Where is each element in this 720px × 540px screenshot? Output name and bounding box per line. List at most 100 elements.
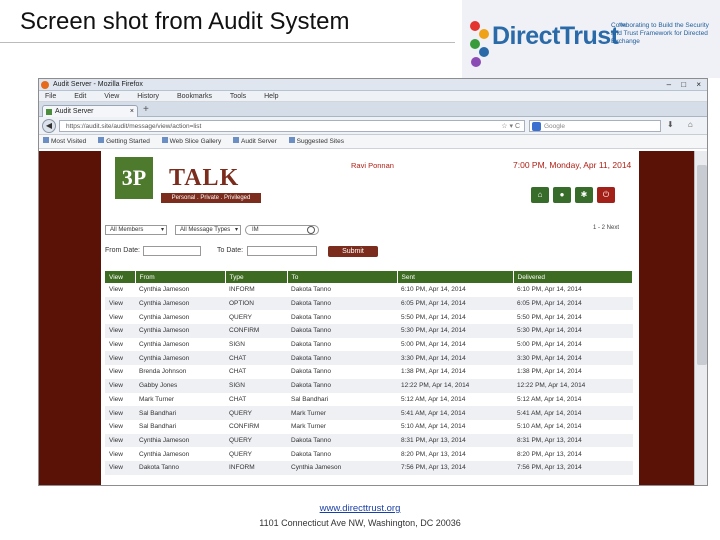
cell-type: OPTION xyxy=(225,296,287,311)
bookmark-item[interactable]: Web Slice Gallery xyxy=(161,135,221,149)
menu-bookmarks[interactable]: Bookmarks xyxy=(177,93,212,100)
user-name: Ravi Ponnan xyxy=(351,161,394,170)
search-value: IM xyxy=(252,227,259,233)
cell-delivered: 5:50 PM, Apr 14, 2014 xyxy=(513,310,633,325)
cell-from: Cynthia Jameson xyxy=(135,351,225,366)
chevron-down-icon: ▾ xyxy=(160,227,164,233)
cell-delivered: 5:00 PM, Apr 14, 2014 xyxy=(513,337,633,352)
table-row: View Cynthia Jameson QUERY Dakota Tanno 5:50… xyxy=(105,310,633,325)
table-row: View Cynthia Jameson CONFIRM Dakota Tanno 5:… xyxy=(105,324,633,338)
view-link[interactable]: View xyxy=(105,392,135,407)
view-link[interactable]: View xyxy=(105,337,135,352)
gear-icon[interactable]: ✱ xyxy=(575,187,593,203)
bookmark-item[interactable]: Getting Started xyxy=(98,135,150,149)
user-icon[interactable]: ● xyxy=(553,187,571,203)
download-home-icons[interactable]: ⬇ ⌂ xyxy=(667,120,699,129)
cell-delivered: 5:12 AM, Apr 14, 2014 xyxy=(513,392,633,407)
scrollbar-thumb[interactable] xyxy=(697,165,707,365)
view-link[interactable]: View xyxy=(105,283,135,297)
members-select[interactable]: All Members ▾ xyxy=(105,225,167,235)
menu-edit[interactable]: Edit xyxy=(74,93,86,100)
home-icon[interactable]: ⌂ xyxy=(531,187,549,203)
browser-window: Audit Server - Mozilla Firefox – □ × Fil… xyxy=(38,78,708,486)
page-viewport: 3P TALK Personal . Private . Privileged … xyxy=(39,151,707,485)
search-engine-icon[interactable] xyxy=(532,122,541,131)
cell-delivered: 1:38 PM, Apr 14, 2014 xyxy=(513,365,633,379)
new-tab-icon[interactable]: + xyxy=(143,104,149,115)
cell-sent: 5:00 PM, Apr 14, 2014 xyxy=(397,337,513,352)
menu-file[interactable]: File xyxy=(45,93,56,100)
table-row: View Cynthia Jameson SIGN Dakota Tanno 5:00 … xyxy=(105,337,633,352)
url-bar[interactable]: https://audit.site/audit/message/view/ac… xyxy=(59,120,525,132)
to-date-label: To Date: xyxy=(217,247,244,254)
cell-from: Sal Bandhari xyxy=(135,419,225,434)
view-link[interactable]: View xyxy=(105,419,135,434)
cell-type: CHAT xyxy=(225,351,287,366)
view-link[interactable]: View xyxy=(105,433,135,448)
pagination[interactable]: 1 - 2 Next xyxy=(593,225,619,231)
search-icon[interactable] xyxy=(307,226,315,234)
window-controls[interactable]: – □ × xyxy=(667,80,705,89)
url-text: https://audit.site/audit/message/view/ac… xyxy=(66,123,202,130)
header-from[interactable]: From xyxy=(135,271,226,283)
header-sent[interactable]: Sent xyxy=(397,271,514,283)
view-link[interactable]: View xyxy=(105,460,135,475)
menu-help[interactable]: Help xyxy=(264,93,278,100)
bookmark-item[interactable]: Suggested Sites xyxy=(288,135,344,149)
cell-to: Sal Bandhari xyxy=(287,392,397,407)
cell-sent: 3:30 PM, Apr 14, 2014 xyxy=(397,351,513,366)
table-row: View Sal Bandhari CONFIRM Mark Turner 5:10 A… xyxy=(105,419,633,434)
bookmark-item[interactable]: Audit Server xyxy=(233,135,277,149)
header-to[interactable]: To xyxy=(287,271,398,283)
view-link[interactable]: View xyxy=(105,406,135,420)
cell-to: Cynthia Jameson xyxy=(287,460,397,475)
cell-to: Dakota Tanno xyxy=(287,447,397,461)
from-date-field[interactable] xyxy=(143,246,201,256)
cell-from: Cynthia Jameson xyxy=(135,296,225,311)
cell-from: Cynthia Jameson xyxy=(135,433,225,448)
url-action-icons[interactable]: ☆ ▾ C xyxy=(501,121,520,132)
view-link[interactable]: View xyxy=(105,296,135,311)
logo-tagline: Collaborating to Build the Security and … xyxy=(611,22,709,45)
tab-audit-server[interactable]: Audit Server × xyxy=(42,105,138,117)
app-logo-tagline: Personal . Private . Privileged xyxy=(161,193,261,203)
logo-wordmark: DirectTrust™ xyxy=(492,22,626,51)
message-types-select[interactable]: All Message Types ▾ xyxy=(175,225,241,235)
cell-sent: 8:31 PM, Apr 13, 2014 xyxy=(397,433,513,448)
types-select-value: All Message Types xyxy=(180,227,231,233)
cell-delivered: 5:30 PM, Apr 14, 2014 xyxy=(513,324,633,338)
vertical-scrollbar[interactable] xyxy=(694,151,707,485)
cell-from: Sal Bandhari xyxy=(135,406,225,420)
bookmark-icon xyxy=(43,137,49,143)
view-link[interactable]: View xyxy=(105,310,135,325)
current-datetime: 7:00 PM, Monday, Apr 11, 2014 xyxy=(513,160,632,170)
view-link[interactable]: View xyxy=(105,378,135,393)
view-link[interactable]: View xyxy=(105,365,135,379)
bookmark-item[interactable]: Most Visited xyxy=(43,135,86,149)
view-link[interactable]: View xyxy=(105,447,135,461)
power-icon[interactable]: ⏻ xyxy=(597,187,615,203)
back-icon[interactable]: ◀ xyxy=(42,119,56,133)
submit-button[interactable]: Submit xyxy=(328,246,378,257)
header-view[interactable]: View xyxy=(105,271,136,283)
tab-close-icon[interactable]: × xyxy=(130,106,134,117)
header-type[interactable]: Type xyxy=(225,271,288,283)
cell-sent: 5:50 PM, Apr 14, 2014 xyxy=(397,310,513,325)
view-link[interactable]: View xyxy=(105,351,135,366)
cell-sent: 6:05 PM, Apr 14, 2014 xyxy=(397,296,513,311)
menu-tools[interactable]: Tools xyxy=(230,93,246,100)
bookmarks-bar: Most Visited Getting Started Web Slice G… xyxy=(39,135,707,149)
menu-history[interactable]: History xyxy=(137,93,159,100)
view-link[interactable]: View xyxy=(105,324,135,338)
cell-sent: 6:10 PM, Apr 14, 2014 xyxy=(397,283,513,297)
footer-link[interactable]: www.directtrust.org xyxy=(0,503,720,514)
menu-view[interactable]: View xyxy=(104,93,119,100)
cell-type: QUERY xyxy=(225,447,287,461)
cell-to: Mark Turner xyxy=(287,406,397,420)
to-date-field[interactable] xyxy=(247,246,317,256)
from-date-label: From Date: xyxy=(105,247,141,254)
cell-sent: 5:30 PM, Apr 14, 2014 xyxy=(397,324,513,338)
search-input[interactable]: Google xyxy=(529,120,661,132)
header-delivered[interactable]: Delivered xyxy=(513,271,633,283)
cell-type: SIGN xyxy=(225,378,287,393)
